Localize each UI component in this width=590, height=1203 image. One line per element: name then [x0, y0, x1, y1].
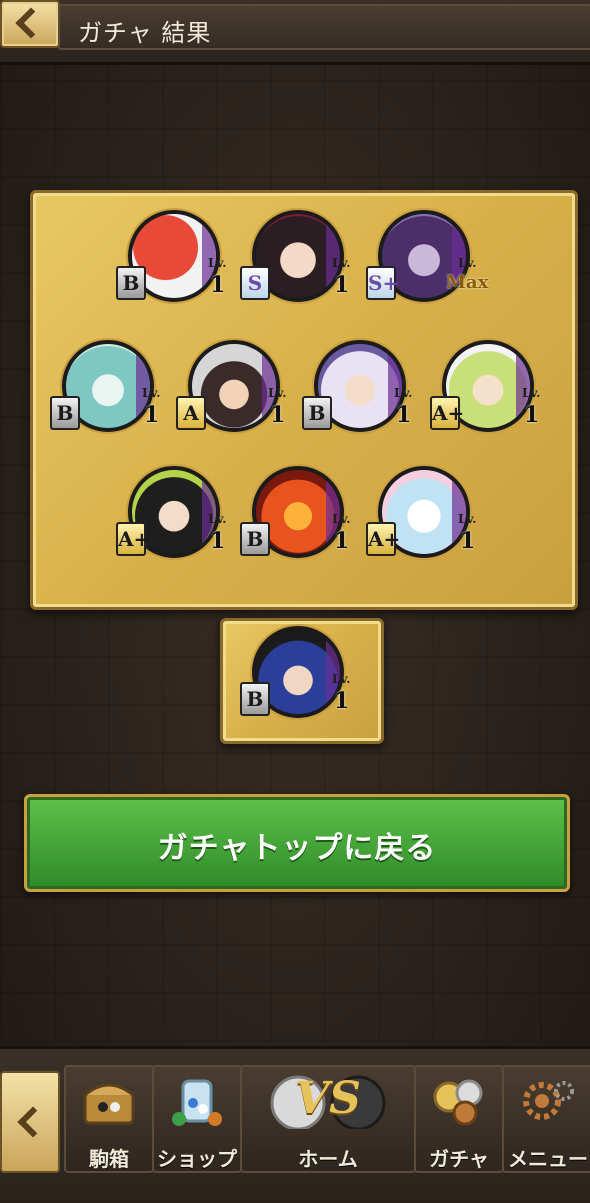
- result-card[interactable]: A+ Lv. 1: [116, 466, 226, 566]
- nav-item-gacha[interactable]: ガチャ: [414, 1065, 504, 1173]
- rank-badge: A+: [366, 522, 400, 556]
- level-value: Max: [446, 272, 489, 293]
- result-card[interactable]: B Lv. 1: [50, 340, 160, 440]
- shop-jar-icon: [172, 1079, 222, 1126]
- rank-badge: B: [50, 396, 80, 430]
- level-value: 1: [334, 528, 350, 554]
- nav-item-shop[interactable]: ショップ: [152, 1065, 242, 1173]
- nav-item-home[interactable]: VS ホーム: [240, 1065, 416, 1173]
- rank-badge: A+: [116, 522, 150, 556]
- result-card-bonus[interactable]: B Lv. 1: [240, 626, 350, 726]
- level-value: 1: [334, 688, 350, 714]
- back-button[interactable]: [0, 0, 60, 48]
- nav-label: ホーム: [298, 1147, 358, 1171]
- level-label: Lv.: [268, 386, 287, 400]
- level-value: 1: [396, 402, 412, 428]
- nav-item-menu[interactable]: メニュー: [502, 1065, 590, 1173]
- level-value: 1: [270, 402, 286, 428]
- rank-badge: A: [176, 396, 206, 430]
- result-card[interactable]: B Lv. 1: [240, 466, 350, 566]
- result-card[interactable]: A Lv. 1: [176, 340, 286, 440]
- level-label: Lv.: [208, 512, 227, 526]
- nav-label: メニュー: [508, 1147, 588, 1171]
- rank-badge: B: [240, 682, 270, 716]
- level-label: Lv.: [208, 256, 227, 270]
- nav-label: ガチャ: [429, 1147, 489, 1171]
- bottom-nav: 駒箱 ショップ VS ホーム ガチャ メニュー: [0, 1046, 590, 1203]
- chevron-left-icon: [15, 7, 47, 39]
- rank-badge: B: [302, 396, 332, 430]
- result-card[interactable]: B Lv. 1: [116, 210, 226, 310]
- result-card[interactable]: B Lv. 1: [302, 340, 412, 440]
- level-value: 1: [144, 402, 160, 428]
- level-label: Lv.: [458, 256, 477, 270]
- result-card[interactable]: S Lv. 1: [240, 210, 350, 310]
- level-label: Lv.: [394, 386, 413, 400]
- level-value: 1: [210, 528, 226, 554]
- rank-badge: B: [240, 522, 270, 556]
- gears-menu-icon: [523, 1081, 574, 1120]
- level-label: Lv.: [522, 386, 541, 400]
- vs-label: VS: [295, 1073, 361, 1124]
- chevron-left-icon: [17, 1106, 49, 1138]
- level-label: Lv.: [142, 386, 161, 400]
- level-value: 1: [334, 272, 350, 298]
- nav-back-button[interactable]: [0, 1071, 60, 1173]
- rank-badge: S+: [366, 266, 399, 300]
- page-title: ガチャ 結果: [78, 19, 212, 47]
- return-button-label: ガチャトップに戻る: [157, 831, 437, 866]
- level-label: Lv.: [332, 256, 351, 270]
- nav-label: 駒箱: [89, 1147, 129, 1171]
- rank-badge: A+: [430, 396, 464, 430]
- result-card[interactable]: S+ Lv. Max: [366, 210, 488, 310]
- nav-label: ショップ: [157, 1147, 237, 1171]
- return-to-gacha-top-button[interactable]: ガチャトップに戻る: [24, 794, 570, 892]
- level-label: Lv.: [458, 512, 477, 526]
- gacha-coins-icon: [433, 1079, 483, 1126]
- rank-badge: B: [116, 266, 146, 300]
- level-value: 1: [210, 272, 226, 298]
- result-card[interactable]: A+ Lv. 1: [366, 466, 476, 566]
- level-label: Lv.: [332, 512, 351, 526]
- nav-item-komabako[interactable]: 駒箱: [64, 1065, 154, 1173]
- title-plate: ガチャ 結果: [58, 4, 590, 50]
- level-label: Lv.: [332, 672, 351, 686]
- treasure-chest-icon: [83, 1083, 135, 1125]
- level-value: 1: [460, 528, 476, 554]
- header-bar: ガチャ 結果: [0, 0, 590, 65]
- rank-badge: S: [240, 266, 270, 300]
- result-card[interactable]: A+ Lv. 1: [430, 340, 540, 440]
- level-value: 1: [524, 402, 540, 428]
